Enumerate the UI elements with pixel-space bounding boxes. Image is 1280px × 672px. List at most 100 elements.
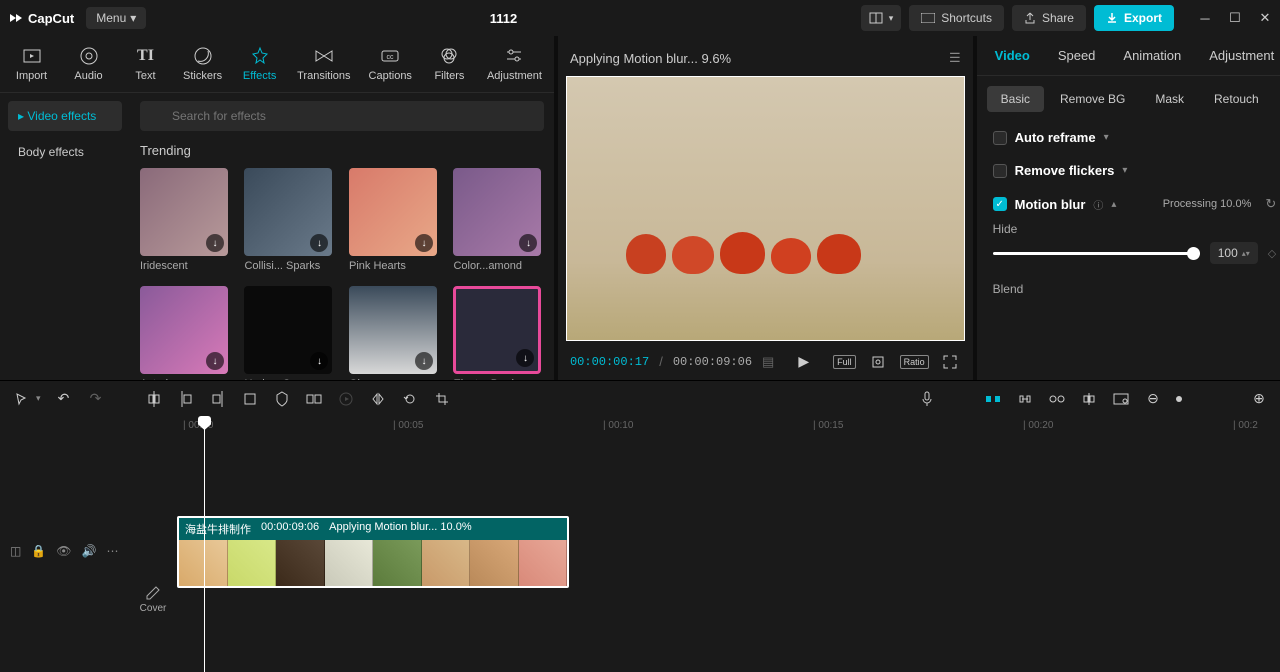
blend-label: Blend [993,282,1277,296]
effect-collision-sparks[interactable]: ↓Collisi... Sparks [244,168,335,272]
effect-color-diamond[interactable]: ↓Color...amond [453,168,544,272]
menu-button[interactable]: Menu ▾ [86,7,146,29]
subtab-mask[interactable]: Mask [1141,86,1198,112]
motion-blur-checkbox[interactable]: ✓ [993,197,1007,211]
preview-menu-icon[interactable]: ☰ [949,50,961,66]
fullscreen-icon[interactable] [939,353,961,371]
chevron-down-icon[interactable]: ▾ [36,393,41,404]
refresh-icon[interactable]: ↻ [1265,196,1276,212]
mute-icon[interactable]: 🔊 [82,544,97,558]
record-button[interactable] [337,390,355,408]
video-clip[interactable]: 海盐牛排制作 00:00:09:06 Applying Motion blur.… [177,516,569,588]
eye-icon[interactable]: 👁 [56,544,71,558]
crop-tool-button[interactable] [433,390,451,408]
crop-icon[interactable] [866,352,890,372]
nav-captions[interactable]: ccCaptions [361,42,420,86]
preview-track-button[interactable] [1112,390,1130,408]
snap-button[interactable] [305,390,323,408]
crop-button[interactable] [241,390,259,408]
tab-animation[interactable]: Animation [1109,36,1195,75]
link2-button[interactable] [1048,390,1066,408]
delete-right-button[interactable] [209,390,227,408]
effect-iridescent[interactable]: ↓Iridescent [140,168,230,272]
compare-icon[interactable]: ▤ [762,354,774,370]
layout-button[interactable]: ▾ [861,5,902,31]
clip-name: 海盐牛排制作 [185,521,251,537]
clip-status: Applying Motion blur... 10.0% [329,521,471,537]
chevron-down-icon[interactable]: ▾ [1122,165,1127,176]
zoom-in-button[interactable]: ⊕ [1250,390,1268,408]
close-button[interactable]: ✕ [1258,11,1272,25]
share-button[interactable]: Share [1012,5,1086,31]
effect-pink-hearts[interactable]: ↓Pink Hearts [349,168,439,272]
zoom-out-button[interactable]: ⊖ [1144,390,1162,408]
effect-horiz-open[interactable]: ↓Horiz... Open [244,286,335,380]
tab-speed[interactable]: Speed [1044,36,1110,75]
ratio-button[interactable]: Ratio [900,355,929,369]
delete-left-button[interactable] [177,390,195,408]
track-toggle-icon[interactable]: ◫ [10,544,21,558]
effect-electro-border[interactable]: ↓Electro Border [453,286,544,380]
full-button[interactable]: Full [833,355,856,369]
link-button[interactable] [1016,390,1034,408]
nav-adjustment[interactable]: Adjustment [479,42,550,86]
timeline-ruler[interactable]: | 00:00 | 00:05 | 00:10 | 00:15 | 00:20 … [175,416,1280,440]
shortcuts-button[interactable]: Shortcuts [909,5,1004,31]
mirror-button[interactable] [369,390,387,408]
align-button[interactable] [1080,390,1098,408]
nav-filters[interactable]: Filters [422,42,477,86]
keyboard-icon [921,13,935,23]
effect-astral[interactable]: ↓Astral [140,286,230,380]
lock-icon[interactable]: 🔒 [31,544,46,558]
keyframe-icon[interactable]: ◇ [1268,247,1276,260]
adjustment-icon [504,46,524,66]
hide-label: Hide [993,222,1277,236]
redo-button[interactable]: ↷ [87,390,105,408]
section-title: Trending [140,143,544,158]
svg-text:cc: cc [387,54,395,61]
playhead[interactable] [204,416,205,672]
hide-slider[interactable] [993,252,1200,255]
info-icon[interactable]: ⓘ [1093,197,1103,212]
nav-import[interactable]: Import [4,42,59,86]
search-input[interactable] [140,101,544,131]
nav-audio[interactable]: Audio [61,42,116,86]
export-button[interactable]: Export [1094,5,1174,31]
minimize-button[interactable]: ─ [1198,11,1212,25]
subtab-remove-bg[interactable]: Remove BG [1046,86,1139,112]
zoom-slider[interactable] [1176,396,1182,402]
more-icon[interactable]: ⋯ [106,544,118,558]
hide-value[interactable]: 100▴▾ [1210,242,1258,264]
effect-glowworm[interactable]: ↓Glowworm [349,286,439,380]
nav-text[interactable]: TIText [118,42,173,86]
maximize-button[interactable]: ☐ [1228,11,1242,25]
transitions-icon [314,46,334,66]
subtab-basic[interactable]: Basic [987,86,1044,112]
remove-flickers-checkbox[interactable] [993,164,1007,178]
project-title: 1112 [158,11,848,26]
sidebar-body-effects[interactable]: Body effects [8,137,122,167]
subtab-retouch[interactable]: Retouch [1200,86,1273,112]
mask-button[interactable] [273,390,291,408]
nav-effects[interactable]: Effects [232,42,287,86]
magnet-on-button[interactable] [984,390,1002,408]
chevron-up-icon[interactable]: ▴ [1111,199,1116,210]
nav-stickers[interactable]: Stickers [175,42,230,86]
undo-button[interactable]: ↶ [55,390,73,408]
tab-adjustment[interactable]: Adjustment [1195,36,1280,75]
effects-icon [250,46,270,66]
preview-canvas[interactable] [566,76,965,341]
cover-button[interactable]: Cover [135,526,171,672]
sidebar-video-effects[interactable]: ▸ Video effects [8,101,122,131]
play-button[interactable]: ▶ [794,351,813,372]
download-icon: ↓ [516,349,534,367]
chevron-down-icon[interactable]: ▾ [1104,132,1109,143]
rotate-button[interactable] [401,390,419,408]
preview-title: Applying Motion blur... 9.6% [570,51,731,66]
mic-button[interactable] [918,390,936,408]
split-button[interactable] [145,390,163,408]
tool-selection[interactable] [12,390,30,408]
tab-video[interactable]: Video [981,36,1044,75]
nav-transitions[interactable]: Transitions [289,42,358,86]
auto-reframe-checkbox[interactable] [993,131,1007,145]
